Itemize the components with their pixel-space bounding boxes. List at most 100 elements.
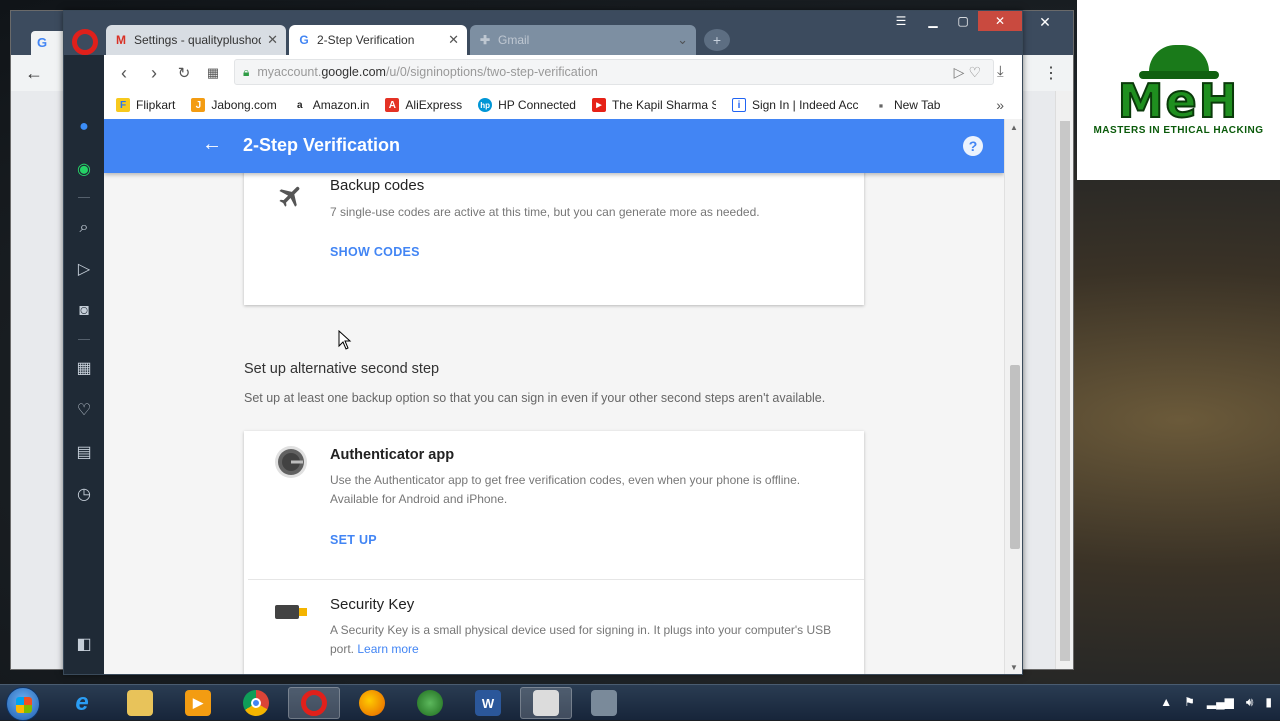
taskbar-firefox[interactable]: [346, 687, 398, 719]
meh-logo: MeH MASTERS IN ETHICAL HACKING: [1077, 0, 1280, 180]
flipkart-icon: F: [116, 98, 130, 112]
learn-more-link[interactable]: Learn more: [357, 642, 418, 656]
whatsapp-icon[interactable]: ◉: [74, 160, 94, 180]
page-header: ← 2-Step Verification ?: [104, 119, 1004, 173]
windows-logo-icon: [16, 697, 32, 713]
show-codes-button[interactable]: SHOW CODES: [330, 245, 420, 259]
heart-icon[interactable]: ♡: [74, 401, 94, 421]
tab-title: 2-Step Verification: [317, 33, 415, 47]
opera-logo-icon[interactable]: [72, 29, 98, 55]
speed-dial-icon[interactable]: ▦: [203, 65, 223, 81]
history-icon[interactable]: ◷: [74, 485, 94, 505]
address-bar[interactable]: 🔒︎ myaccount. google.com/u/0/signinoption…: [234, 59, 994, 85]
backup-codes-title: Backup codes: [330, 177, 425, 194]
taskbar: e ▶ W ▲ ⚑ ▂▄▆ 🔊︎ ▮: [0, 684, 1280, 721]
volume-icon[interactable]: 🔊︎: [1246, 695, 1254, 710]
power-icon[interactable]: ▮: [1265, 695, 1272, 710]
hacker-hat-icon: [1138, 44, 1219, 79]
chrome-icon: [243, 690, 269, 716]
taskbar-network-app[interactable]: [404, 687, 456, 719]
tab-settings[interactable]: M Settings - qualityplushoda ✕: [106, 25, 286, 55]
hp-icon: hp: [478, 98, 493, 112]
bookmark-jabong[interactable]: J Jabong.com: [191, 98, 277, 112]
background-scrollbar[interactable]: [1055, 91, 1073, 669]
new-tab-icon[interactable]: +: [704, 29, 730, 51]
bookmark-amazon[interactable]: a Amazon.in: [292, 98, 369, 112]
page-content: ← 2-Step Verification ? Backup codes 7 s…: [104, 119, 1004, 674]
send-icon[interactable]: ▷: [74, 260, 94, 280]
second-step-options-card: Authenticator app Use the Authenticator …: [244, 431, 864, 674]
chevron-down-icon[interactable]: ⌄: [677, 32, 688, 48]
scroll-down-icon[interactable]: ▼: [1010, 663, 1018, 672]
system-tray: ▲ ⚑ ▂▄▆ 🔊︎ ▮: [1160, 695, 1272, 710]
alternative-step-heading: Set up alternative second step: [244, 361, 440, 377]
gmail-icon: ✚: [479, 33, 491, 47]
page-scrollbar[interactable]: ▲ ▼: [1004, 119, 1022, 674]
tabstrip: M Settings - qualityplushoda ✕ G 2-Step …: [64, 11, 1022, 55]
background-close-icon[interactable]: ✕: [1025, 13, 1065, 31]
send-and-heart-icons[interactable]: ▷♡: [954, 64, 985, 81]
network-signal-icon[interactable]: ▂▄▆: [1207, 695, 1234, 710]
folder-icon: [127, 690, 153, 716]
download-icon[interactable]: ⤓: [997, 63, 1004, 80]
background-back-icon[interactable]: ←: [25, 63, 43, 84]
background-menu-icon[interactable]: ⋮: [1043, 63, 1059, 83]
video-window-icon: [533, 690, 559, 716]
opera-icon: [301, 690, 327, 716]
maximize-icon[interactable]: ▢: [948, 11, 978, 31]
close-tab-icon[interactable]: ✕: [448, 32, 459, 48]
taskbar-tool[interactable]: [578, 687, 630, 719]
news-icon[interactable]: ▤: [74, 443, 94, 463]
taskbar-internet-explorer[interactable]: e: [56, 687, 108, 719]
scroll-up-icon[interactable]: ▲: [1010, 123, 1018, 132]
forward-icon[interactable]: ›: [144, 63, 164, 84]
usb-key-icon: [274, 595, 308, 629]
messenger-icon[interactable]: ●: [74, 117, 94, 137]
globe-icon: [417, 690, 443, 716]
minimize-icon[interactable]: ▁: [918, 11, 948, 31]
taskbar-file-explorer[interactable]: [114, 687, 166, 719]
bookmark-flipkart[interactable]: F Flipkart: [116, 98, 175, 112]
show-hidden-icons-icon[interactable]: ▲: [1160, 695, 1172, 710]
logo-tagline: MASTERS IN ETHICAL HACKING: [1093, 124, 1264, 136]
search-icon[interactable]: ⌕: [74, 218, 94, 238]
tab-title: Settings - qualityplushoda: [134, 33, 262, 47]
tab-gmail-dragging[interactable]: ✚ Gmail ⌄: [470, 25, 696, 55]
speed-dial-icon[interactable]: ▦: [74, 359, 94, 379]
bookmark-kapil-sharma[interactable]: ▶ The Kapil Sharma Sho: [591, 98, 716, 112]
action-center-flag-icon[interactable]: ⚑: [1184, 695, 1195, 710]
youtube-icon: ▶: [591, 98, 606, 112]
bookmark-aliexpress[interactable]: A AliExpress: [385, 98, 462, 112]
reload-icon[interactable]: ↻: [174, 64, 194, 82]
close-tab-icon[interactable]: ✕: [267, 32, 278, 48]
close-window-icon[interactable]: ✕: [978, 11, 1022, 31]
help-icon[interactable]: ?: [963, 136, 983, 156]
taskbar-media-player[interactable]: ▶: [172, 687, 224, 719]
taskbar-word[interactable]: W: [462, 687, 514, 719]
bookmark-indeed[interactable]: i Sign In | Indeed Acco: [731, 98, 858, 112]
set-up-button[interactable]: SET UP: [330, 533, 377, 547]
bookmark-hp-connected[interactable]: hp HP Connected: [478, 98, 576, 112]
page-title: 2-Step Verification: [243, 135, 401, 155]
taskbar-opera[interactable]: [288, 687, 340, 719]
amazon-icon: a: [292, 98, 307, 112]
tab-2-step-verification[interactable]: G 2-Step Verification ✕: [289, 25, 467, 55]
window-controls: ☰ ▁ ▢ ✕: [884, 11, 1022, 33]
start-button[interactable]: [6, 687, 40, 721]
opera-menu-icon[interactable]: ☰: [884, 11, 918, 31]
security-key-description: A Security Key is a small physical devic…: [330, 623, 832, 656]
gmail-icon: M: [116, 33, 126, 47]
sidebar-divider: [78, 339, 90, 340]
back-arrow-icon[interactable]: ←: [202, 133, 222, 156]
more-bookmarks-icon[interactable]: »: [996, 97, 1004, 113]
toggle-sidebar-icon[interactable]: ◧: [74, 635, 94, 655]
taskbar-chrome[interactable]: [230, 687, 282, 719]
jabong-icon: J: [191, 98, 206, 112]
taskbar-video-app[interactable]: [520, 687, 572, 719]
back-icon[interactable]: ‹: [114, 63, 134, 84]
bookmark-new-tab[interactable]: ▪ New Tab: [873, 98, 940, 113]
scrollbar-thumb[interactable]: [1010, 365, 1020, 549]
security-key-title: Security Key: [330, 596, 415, 613]
tool-icon: [591, 690, 617, 716]
camera-icon[interactable]: ◙: [74, 301, 94, 321]
